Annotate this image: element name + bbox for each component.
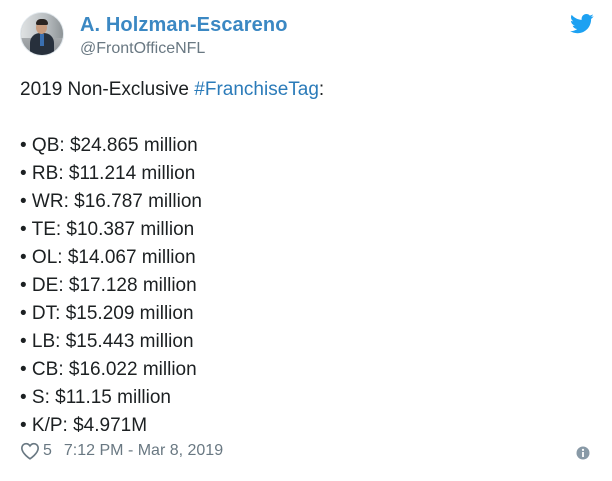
user-handle[interactable]: @FrontOfficeNFL — [80, 39, 288, 59]
avatar[interactable] — [20, 12, 64, 56]
hashtag-link[interactable]: #FranchiseTag — [194, 79, 319, 100]
list-item: • QB: $24.865 million — [20, 135, 198, 156]
twitter-bird-icon[interactable] — [570, 14, 594, 34]
list-item: • TE: $10.387 million — [20, 219, 195, 240]
list-item: • DT: $15.209 million — [20, 303, 194, 324]
tweet-intro-line: 2019 Non-Exclusive #FranchiseTag: — [20, 76, 590, 104]
list-item: • LB: $15.443 million — [20, 331, 194, 352]
tweet-footer: 5 7:12 PM - Mar 8, 2019 — [20, 442, 223, 460]
info-icon[interactable] — [576, 446, 590, 460]
heart-icon[interactable] — [20, 442, 40, 460]
intro-suffix: : — [318, 79, 325, 100]
list-item: • WR: $16.787 million — [20, 191, 202, 212]
tweet-card: A. Holzman-Escareno @FrontOfficeNFL 2019… — [0, 0, 612, 481]
author-info: A. Holzman-Escareno @FrontOfficeNFL — [80, 13, 288, 59]
list-item: • K/P: $4.971M — [20, 415, 148, 436]
list-item: • DE: $17.128 million — [20, 275, 197, 296]
list-item: • CB: $16.022 million — [20, 359, 197, 380]
tweet-header: A. Holzman-Escareno @FrontOfficeNFL — [20, 12, 288, 59]
intro-prefix: 2019 Non-Exclusive — [20, 79, 195, 100]
display-name[interactable]: A. Holzman-Escareno — [80, 13, 288, 37]
tweet-text: 2019 Non-Exclusive #FranchiseTag: • QB: … — [20, 76, 590, 440]
list-item: • S: $11.15 million — [20, 387, 171, 408]
like-count: 5 — [43, 442, 52, 459]
list-item: • OL: $14.067 million — [20, 247, 196, 268]
list-item: • RB: $11.214 million — [20, 163, 196, 184]
tweet-timestamp[interactable]: 7:12 PM - Mar 8, 2019 — [64, 442, 223, 460]
